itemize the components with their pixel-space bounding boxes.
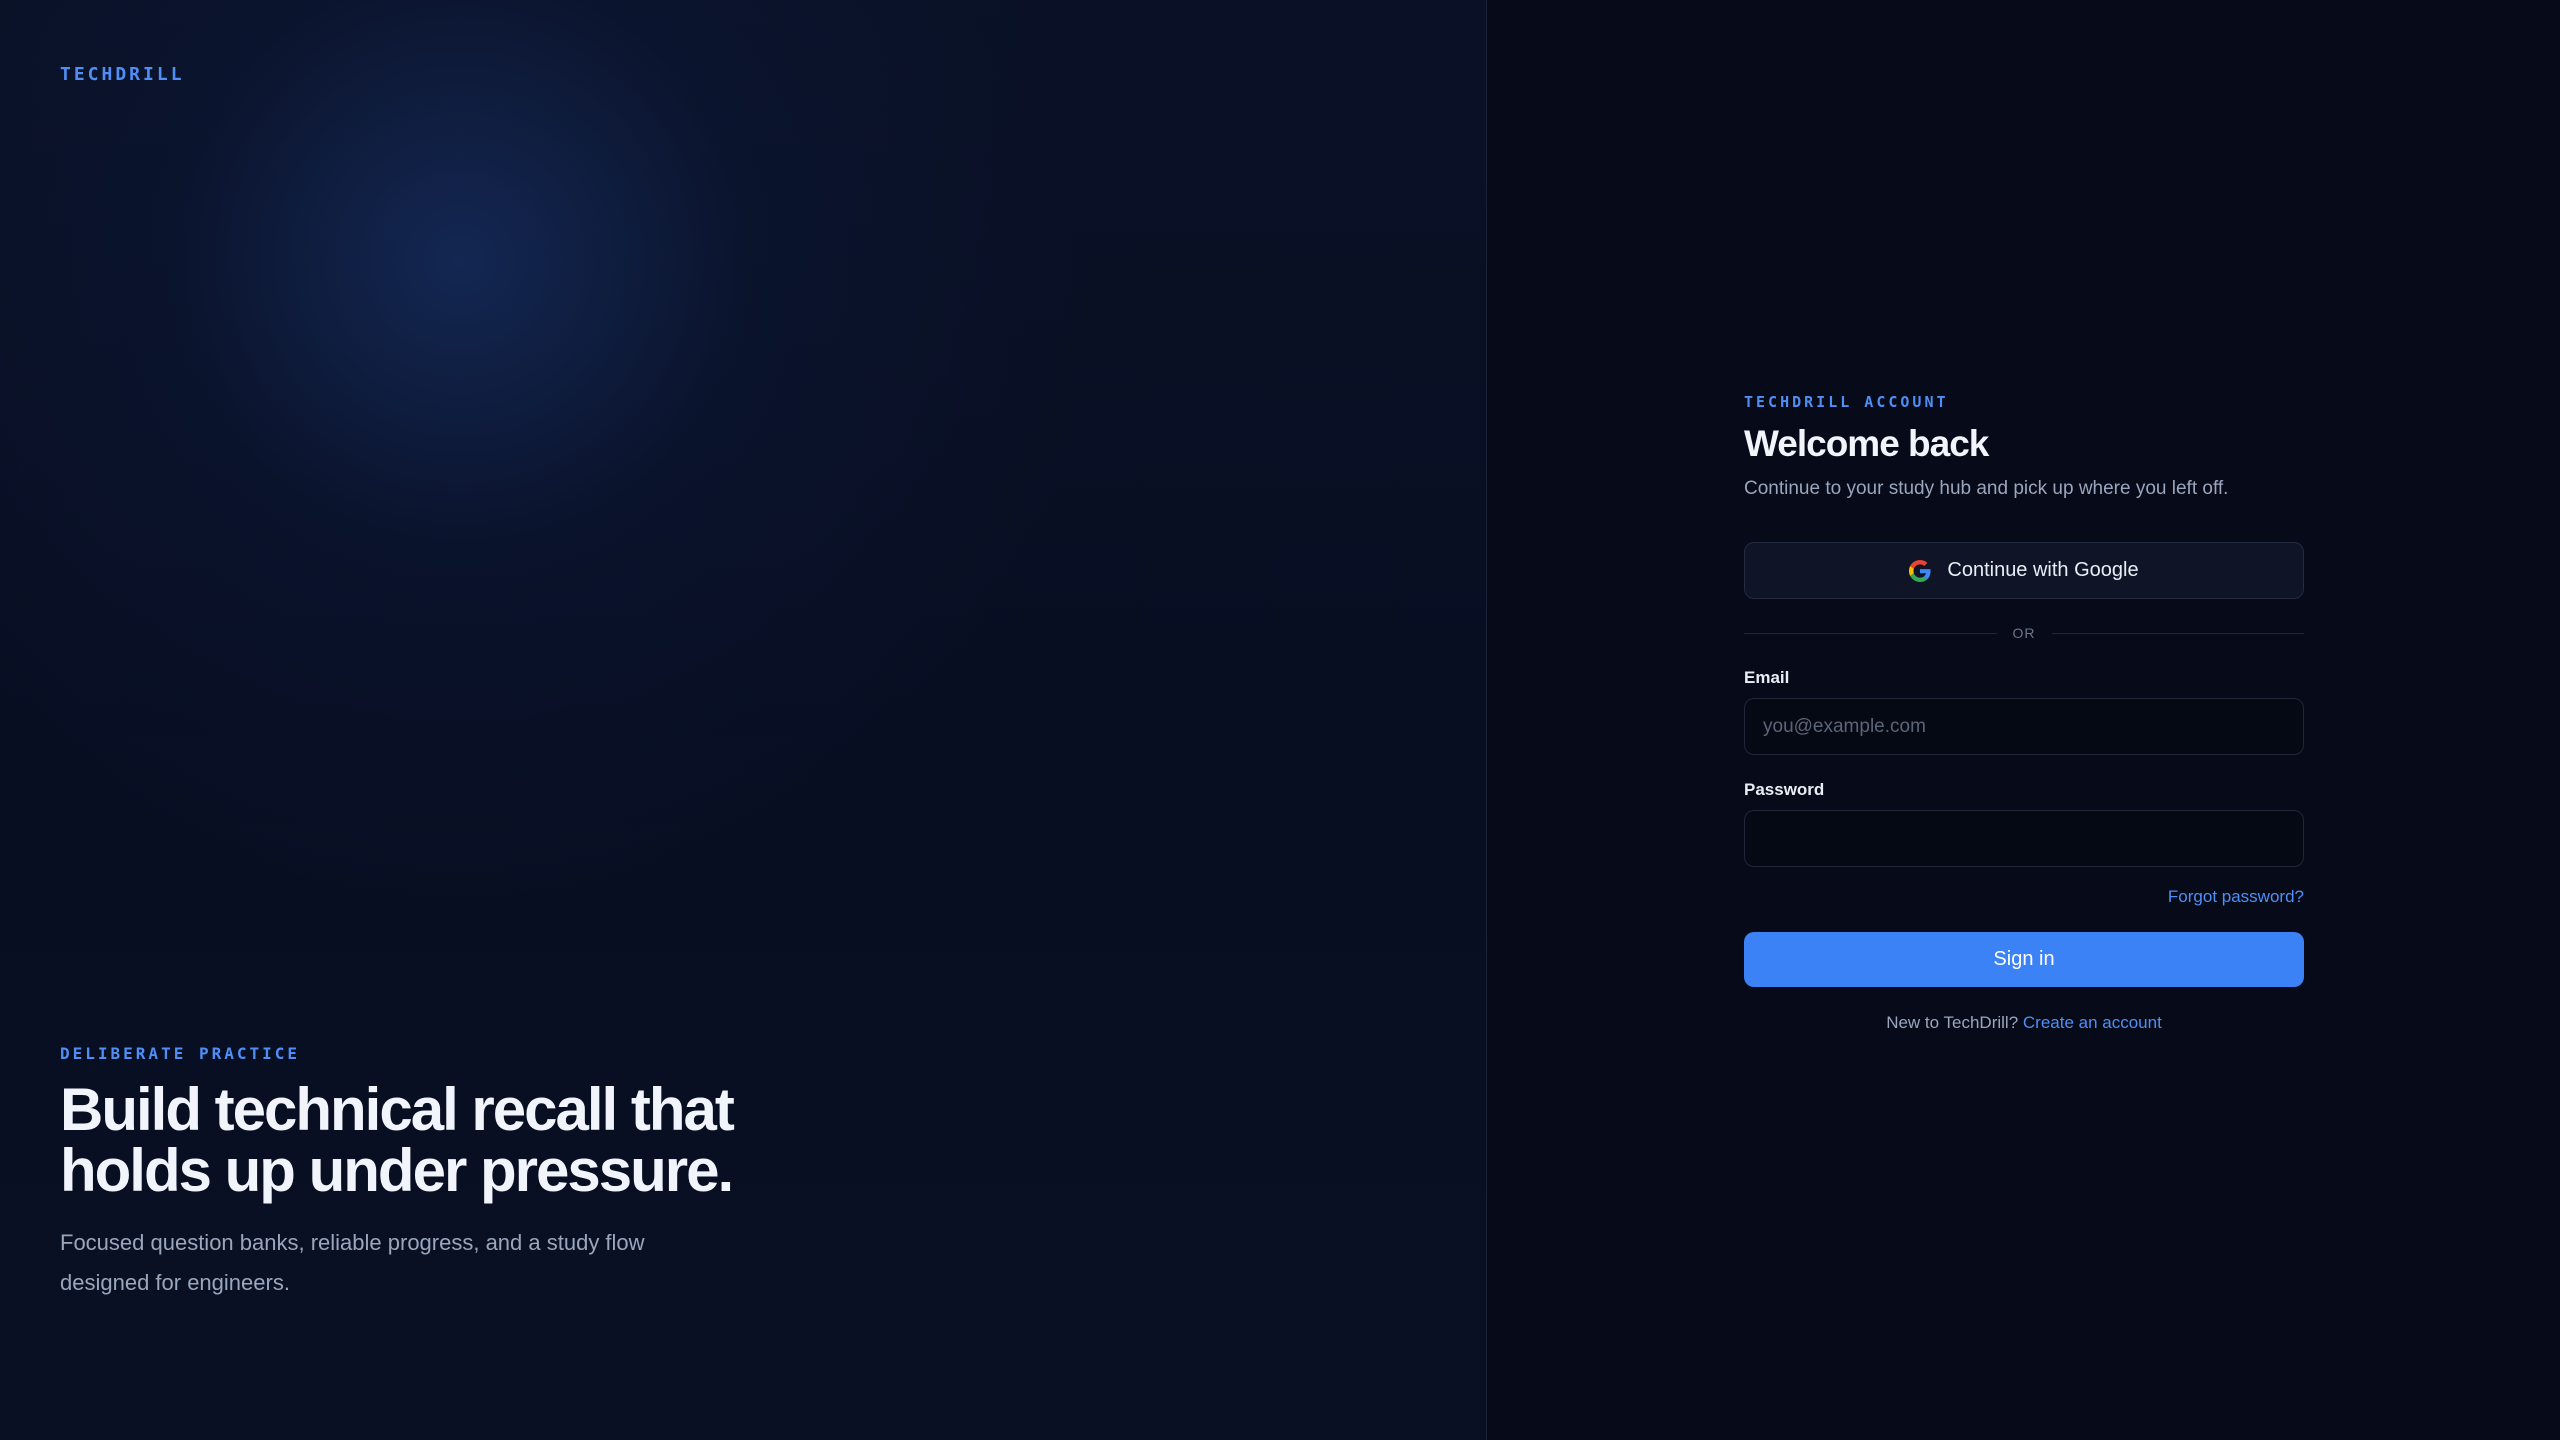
card-eyebrow: TECHDRILL ACCOUNT — [1744, 393, 1949, 411]
divider-text: OR — [2012, 625, 2036, 641]
brand-logo[interactable]: TECHDRILL — [60, 64, 185, 85]
email-field[interactable] — [1744, 698, 2304, 755]
email-field-group: Email — [1744, 668, 2304, 755]
hero-subtitle: Focused question banks, reliable progres… — [60, 1230, 645, 1295]
forgot-password-row: Forgot password? — [1744, 887, 2304, 909]
signup-prompt: New to TechDrill? — [1886, 1013, 2019, 1032]
google-button-label: Continue with Google — [1947, 559, 2139, 581]
card-subtitle: Continue to your study hub and pick up w… — [1744, 478, 2229, 499]
hero-title: Build technical recall that holds up und… — [60, 1076, 735, 1204]
login-page: TECHDRILL DELIBERATE PRACTICE Build tech… — [0, 0, 2560, 1440]
auth-panel: TECHDRILL ACCOUNT Welcome back Continue … — [1487, 0, 2560, 1440]
hero-content: DELIBERATE PRACTICE Build technical reca… — [60, 1044, 760, 1303]
hero-eyebrow: DELIBERATE PRACTICE — [60, 1044, 301, 1063]
signup-row: New to TechDrill? Create an account — [1744, 1013, 2304, 1033]
google-icon — [1909, 559, 1931, 582]
login-card: TECHDRILL ACCOUNT Welcome back Continue … — [1744, 392, 2304, 1033]
hero-panel: TECHDRILL DELIBERATE PRACTICE Build tech… — [0, 0, 1487, 1440]
or-divider: OR — [1744, 623, 2304, 643]
sign-in-button[interactable]: Sign in — [1744, 932, 2304, 987]
create-account-link[interactable]: Create an account — [2023, 1013, 2162, 1032]
card-title: Welcome back — [1744, 423, 1989, 464]
divider-line-right — [2051, 632, 2304, 634]
google-signin-button[interactable]: Continue with Google — [1744, 542, 2304, 599]
divider-line-left — [1744, 632, 1997, 634]
forgot-password-link[interactable]: Forgot password? — [2168, 887, 2304, 906]
password-field-group: Password — [1744, 780, 2304, 867]
password-field[interactable] — [1744, 810, 2304, 867]
email-label: Email — [1744, 668, 1790, 687]
password-label: Password — [1744, 780, 1825, 799]
